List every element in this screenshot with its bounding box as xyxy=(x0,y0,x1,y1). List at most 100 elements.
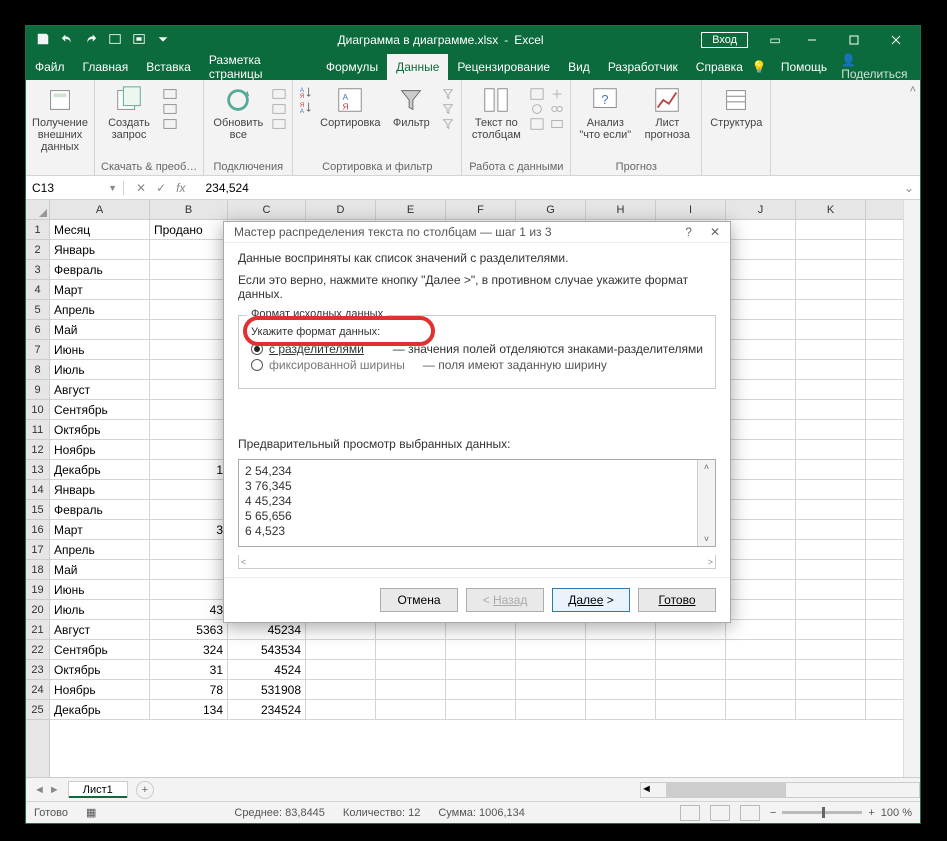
cell[interactable] xyxy=(586,640,656,659)
cell[interactable]: Январь xyxy=(50,240,150,259)
enter-formula-icon[interactable]: ✓ xyxy=(156,181,166,195)
cell[interactable] xyxy=(656,640,726,659)
tab-page-layout[interactable]: Разметка страницы xyxy=(200,54,317,80)
cell[interactable] xyxy=(446,700,516,719)
zoom-control[interactable]: − + 100 % xyxy=(770,807,912,819)
maximize-button[interactable] xyxy=(834,26,874,54)
cell[interactable]: Продано xyxy=(150,220,228,239)
cell[interactable] xyxy=(726,340,796,359)
share-button[interactable]: 👤 Поделиться xyxy=(841,53,910,81)
row-header[interactable]: 3 xyxy=(26,260,49,280)
cell[interactable] xyxy=(796,360,866,379)
cell[interactable] xyxy=(796,660,866,679)
tab-help[interactable]: Справка xyxy=(687,54,752,80)
cell[interactable] xyxy=(376,680,446,699)
cell[interactable] xyxy=(726,600,796,619)
close-button[interactable] xyxy=(876,26,916,54)
cell[interactable]: Август xyxy=(50,380,150,399)
zoom-slider[interactable] xyxy=(782,811,862,814)
cell[interactable] xyxy=(150,340,228,359)
formula-input[interactable]: 234,524 xyxy=(197,181,248,195)
cell[interactable] xyxy=(150,240,228,259)
cell[interactable] xyxy=(306,700,376,719)
cell[interactable]: Ноябрь xyxy=(50,680,150,699)
next-button[interactable]: Далее > xyxy=(552,588,630,612)
cell[interactable]: 543534 xyxy=(228,640,306,659)
preview-vscroll[interactable]: ˄˅ xyxy=(697,460,715,546)
signin-button[interactable]: Вход xyxy=(701,32,748,48)
cell[interactable] xyxy=(376,640,446,659)
tab-file[interactable]: Файл xyxy=(26,54,74,80)
row-header[interactable]: 2 xyxy=(26,240,49,260)
cell[interactable] xyxy=(516,700,586,719)
cell[interactable]: Февраль xyxy=(50,500,150,519)
row-header[interactable]: 19 xyxy=(26,580,49,600)
cell[interactable]: 1 xyxy=(150,460,228,479)
row-header[interactable]: 15 xyxy=(26,500,49,520)
tell-me-label[interactable]: Помощь xyxy=(781,60,827,74)
ribbon-options-icon[interactable]: ▭ xyxy=(760,33,790,47)
cell[interactable] xyxy=(796,500,866,519)
row-header[interactable]: 10 xyxy=(26,400,49,420)
cell[interactable] xyxy=(150,480,228,499)
qat-item-icon[interactable] xyxy=(108,32,122,49)
cell[interactable] xyxy=(150,280,228,299)
column-header[interactable]: C xyxy=(228,200,306,219)
tab-home[interactable]: Главная xyxy=(74,54,138,80)
sort-asc-button[interactable]: AЯ xyxy=(299,85,313,99)
cell[interactable] xyxy=(516,680,586,699)
column-header[interactable]: D xyxy=(306,200,376,219)
cell[interactable] xyxy=(306,640,376,659)
cell[interactable]: 5363 xyxy=(150,620,228,639)
cell[interactable] xyxy=(586,660,656,679)
column-header[interactable]: A xyxy=(50,200,150,219)
cell[interactable]: Декабрь xyxy=(50,700,150,719)
row-header[interactable]: 14 xyxy=(26,480,49,500)
text-to-columns-button[interactable]: Текст по столбцам xyxy=(468,83,524,141)
tab-review[interactable]: Рецензирование xyxy=(448,54,559,80)
cell[interactable] xyxy=(796,620,866,639)
cell[interactable]: Октябрь xyxy=(50,660,150,679)
cell[interactable]: 4524 xyxy=(228,660,306,679)
row-header[interactable]: 4 xyxy=(26,280,49,300)
minimize-button[interactable] xyxy=(792,26,832,54)
cell[interactable] xyxy=(796,240,866,259)
cell[interactable] xyxy=(150,560,228,579)
cell[interactable] xyxy=(726,580,796,599)
cell[interactable] xyxy=(586,680,656,699)
sort-desc-button[interactable]: ЯA xyxy=(299,100,313,114)
sort-button[interactable]: AЯ Сортировка xyxy=(319,83,381,129)
column-header[interactable]: E xyxy=(376,200,446,219)
finish-button[interactable]: Готово xyxy=(638,588,716,612)
cell[interactable] xyxy=(150,400,228,419)
cell[interactable] xyxy=(150,440,228,459)
get-external-data-button[interactable]: Получение внешних данных xyxy=(32,83,88,153)
cell[interactable] xyxy=(150,380,228,399)
cell[interactable] xyxy=(726,540,796,559)
what-if-button[interactable]: ? Анализ "что если" xyxy=(577,83,633,141)
row-header[interactable]: 7 xyxy=(26,340,49,360)
row-header[interactable]: 17 xyxy=(26,540,49,560)
radio-fixed-width[interactable]: фиксированной ширины — поля имеют заданн… xyxy=(251,358,703,372)
cell[interactable] xyxy=(796,300,866,319)
cell[interactable]: Декабрь xyxy=(50,460,150,479)
row-header[interactable]: 24 xyxy=(26,680,49,700)
cell[interactable] xyxy=(796,520,866,539)
cell[interactable]: 31 xyxy=(150,660,228,679)
cell[interactable] xyxy=(796,560,866,579)
tab-data[interactable]: Данные xyxy=(387,54,448,80)
cell[interactable]: Июнь xyxy=(50,340,150,359)
cell[interactable]: Апрель xyxy=(50,300,150,319)
cell[interactable] xyxy=(516,660,586,679)
zoom-out-icon[interactable]: − xyxy=(770,807,776,819)
cell[interactable] xyxy=(796,680,866,699)
cell[interactable] xyxy=(726,240,796,259)
cell[interactable] xyxy=(796,460,866,479)
cell[interactable] xyxy=(726,320,796,339)
cell[interactable] xyxy=(726,300,796,319)
cell[interactable] xyxy=(796,480,866,499)
cell[interactable] xyxy=(726,640,796,659)
name-box[interactable]: C13▼ xyxy=(26,181,124,195)
cell[interactable] xyxy=(150,500,228,519)
cell[interactable] xyxy=(796,600,866,619)
